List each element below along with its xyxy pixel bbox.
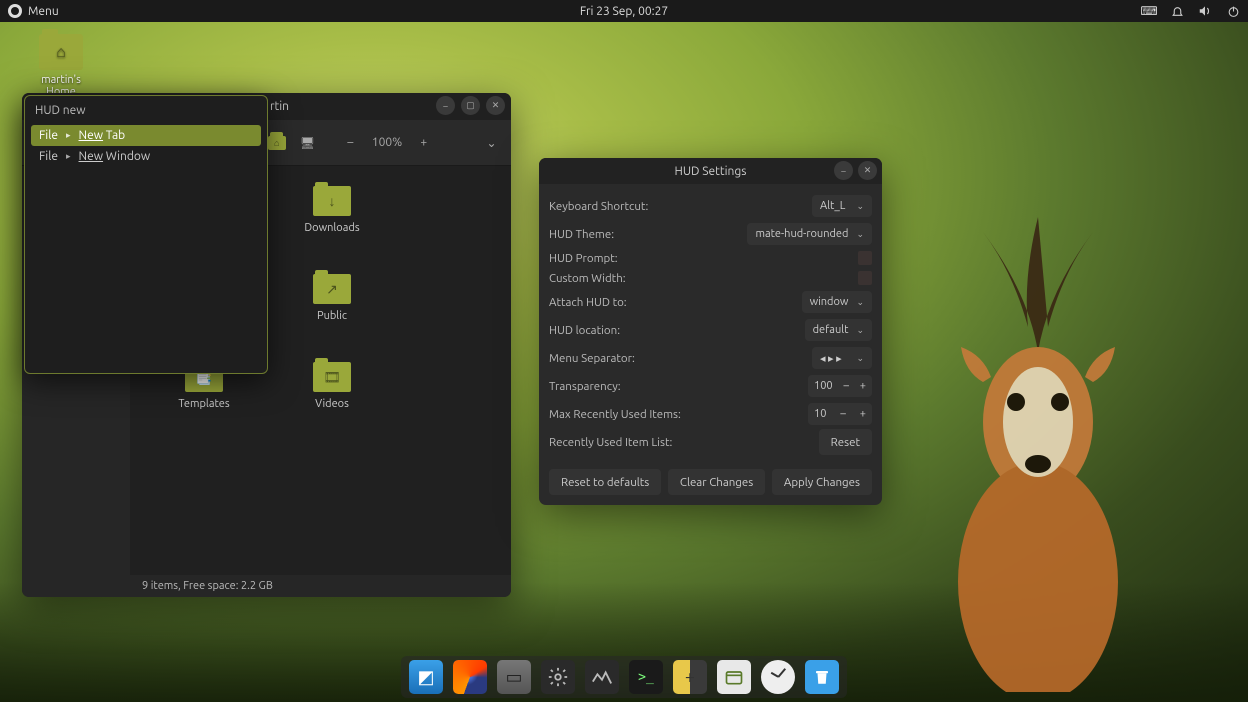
minimize-button[interactable]: – — [436, 96, 455, 115]
dock-item-tweaks[interactable]: + — [673, 660, 707, 694]
plus-icon[interactable]: + — [860, 408, 866, 420]
keyboard-icon[interactable]: ⌨ — [1142, 4, 1156, 18]
location-select[interactable]: default⌄ — [805, 319, 872, 341]
power-icon[interactable] — [1226, 4, 1240, 18]
chevron-down-icon: ⌄ — [856, 353, 864, 364]
minus-icon[interactable]: – — [840, 408, 845, 420]
zoom-in-icon[interactable]: + — [416, 134, 431, 152]
top-panel: Menu Fri 23 Sep, 00:27 ⌨ — [0, 0, 1248, 22]
wallpaper-deer — [888, 172, 1188, 692]
label-transparency: Transparency: — [549, 380, 621, 393]
attach-select[interactable]: window⌄ — [802, 291, 872, 313]
dock-item-terminal[interactable]: >_ — [629, 660, 663, 694]
folder-label: Downloads — [304, 222, 359, 234]
label-location: HUD location: — [549, 324, 620, 337]
minus-icon[interactable]: – — [843, 380, 848, 392]
minimize-button[interactable]: – — [834, 161, 853, 180]
label-attach: Attach HUD to: — [549, 296, 627, 309]
status-text: 9 items, Free space: 2.2 GB — [142, 580, 273, 592]
label-max-recent: Max Recently Used Items: — [549, 408, 681, 421]
menu-label: Menu — [28, 5, 59, 18]
dock-item-clock[interactable] — [761, 660, 795, 694]
folder-label: Public — [317, 310, 347, 322]
folder-label: Templates — [178, 398, 229, 410]
view-mode-dropdown-icon[interactable]: ⌄ — [484, 134, 499, 152]
folder-icon: 🎞 — [313, 362, 351, 392]
folder-videos[interactable]: 🎞 Videos — [268, 362, 396, 450]
zoom-out-icon[interactable]: – — [343, 134, 358, 152]
maximize-button[interactable]: ▢ — [461, 96, 480, 115]
separator-select[interactable]: ◂ ▸ ▸⌄ — [812, 347, 872, 369]
desktop-home-folder[interactable]: ⌂ martin's Home — [26, 34, 96, 98]
dock-item-settings[interactable] — [541, 660, 575, 694]
dock-item-monitor[interactable] — [585, 660, 619, 694]
chevron-down-icon: ⌄ — [856, 229, 864, 240]
max-recent-spinbutton[interactable]: 10 – + — [808, 403, 872, 425]
folder-downloads[interactable]: ↓ Downloads — [268, 186, 396, 274]
menu-button[interactable]: Menu — [8, 4, 59, 18]
label-theme: HUD Theme: — [549, 228, 614, 241]
dock-item-screenshot[interactable]: ◩ — [409, 660, 443, 694]
shortcut-select[interactable]: Alt_L⌄ — [812, 195, 872, 217]
separator-icon: ▸ — [66, 151, 71, 162]
dock: ◩ ▭ >_ + — [401, 656, 847, 698]
folder-templates[interactable]: 📑Templates — [140, 362, 268, 450]
folder-icon: ↓ — [313, 186, 351, 216]
reset-defaults-button[interactable]: Reset to defaults — [549, 469, 661, 495]
hud-result-item[interactable]: File▸New Window — [31, 146, 261, 167]
folder-label: Videos — [315, 398, 349, 410]
custom-width-checkbox[interactable] — [858, 271, 872, 285]
chevron-down-icon: ⌄ — [856, 201, 864, 212]
clear-changes-button[interactable]: Clear Changes — [668, 469, 765, 495]
transparency-spinbutton[interactable]: 100 – + — [808, 375, 872, 397]
hud-search-input[interactable]: HUD new — [25, 96, 267, 121]
dock-item-trash[interactable] — [805, 660, 839, 694]
theme-select[interactable]: mate-hud-rounded⌄ — [747, 223, 872, 245]
zoom-level: 100% — [372, 136, 402, 149]
hud-result-item[interactable]: File▸New Tab — [31, 125, 261, 146]
dock-item-software[interactable] — [717, 660, 751, 694]
hud-settings-window: HUD Settings – ✕ Keyboard Shortcut: Alt_… — [539, 158, 882, 505]
plus-icon[interactable]: + — [860, 380, 866, 392]
hud-result-list: File▸New TabFile▸New Window — [25, 121, 267, 171]
folder-icon: ⌂ — [39, 34, 83, 70]
hud-settings-title: HUD Settings — [674, 165, 746, 178]
folder-public[interactable]: ↗ Public — [268, 274, 396, 362]
apply-changes-button[interactable]: Apply Changes — [772, 469, 872, 495]
chevron-down-icon: ⌄ — [856, 325, 864, 336]
chevron-down-icon: ⌄ — [856, 297, 864, 308]
hud-settings-titlebar[interactable]: HUD Settings – ✕ — [539, 158, 882, 184]
notifications-icon[interactable] — [1170, 4, 1184, 18]
label-recent-list: Recently Used Item List: — [549, 436, 672, 449]
label-prompt: HUD Prompt: — [549, 252, 618, 265]
reset-list-button[interactable]: Reset — [819, 429, 872, 455]
prompt-checkbox[interactable] — [858, 251, 872, 265]
volume-icon[interactable] — [1198, 4, 1212, 18]
window-title: rtin — [270, 100, 289, 113]
computer-icon[interactable]: 🖥 — [300, 134, 315, 152]
hud-popup: HUD new File▸New TabFile▸New Window — [24, 95, 268, 374]
label-custom-width: Custom Width: — [549, 272, 626, 285]
folder-icon: ↗ — [313, 274, 351, 304]
distro-logo-icon — [8, 4, 22, 18]
close-button[interactable]: ✕ — [858, 161, 877, 180]
separator-icon: ▸ — [66, 130, 71, 141]
dock-item-firefox[interactable] — [453, 660, 487, 694]
close-button[interactable]: ✕ — [486, 96, 505, 115]
dock-item-files[interactable]: ▭ — [497, 660, 531, 694]
label-separator: Menu Separator: — [549, 352, 635, 365]
label-shortcut: Keyboard Shortcut: — [549, 200, 648, 213]
panel-clock[interactable]: Fri 23 Sep, 00:27 — [580, 5, 668, 18]
file-manager-statusbar: 9 items, Free space: 2.2 GB — [22, 575, 511, 597]
home-path-icon[interactable]: ⌂ — [268, 134, 286, 152]
